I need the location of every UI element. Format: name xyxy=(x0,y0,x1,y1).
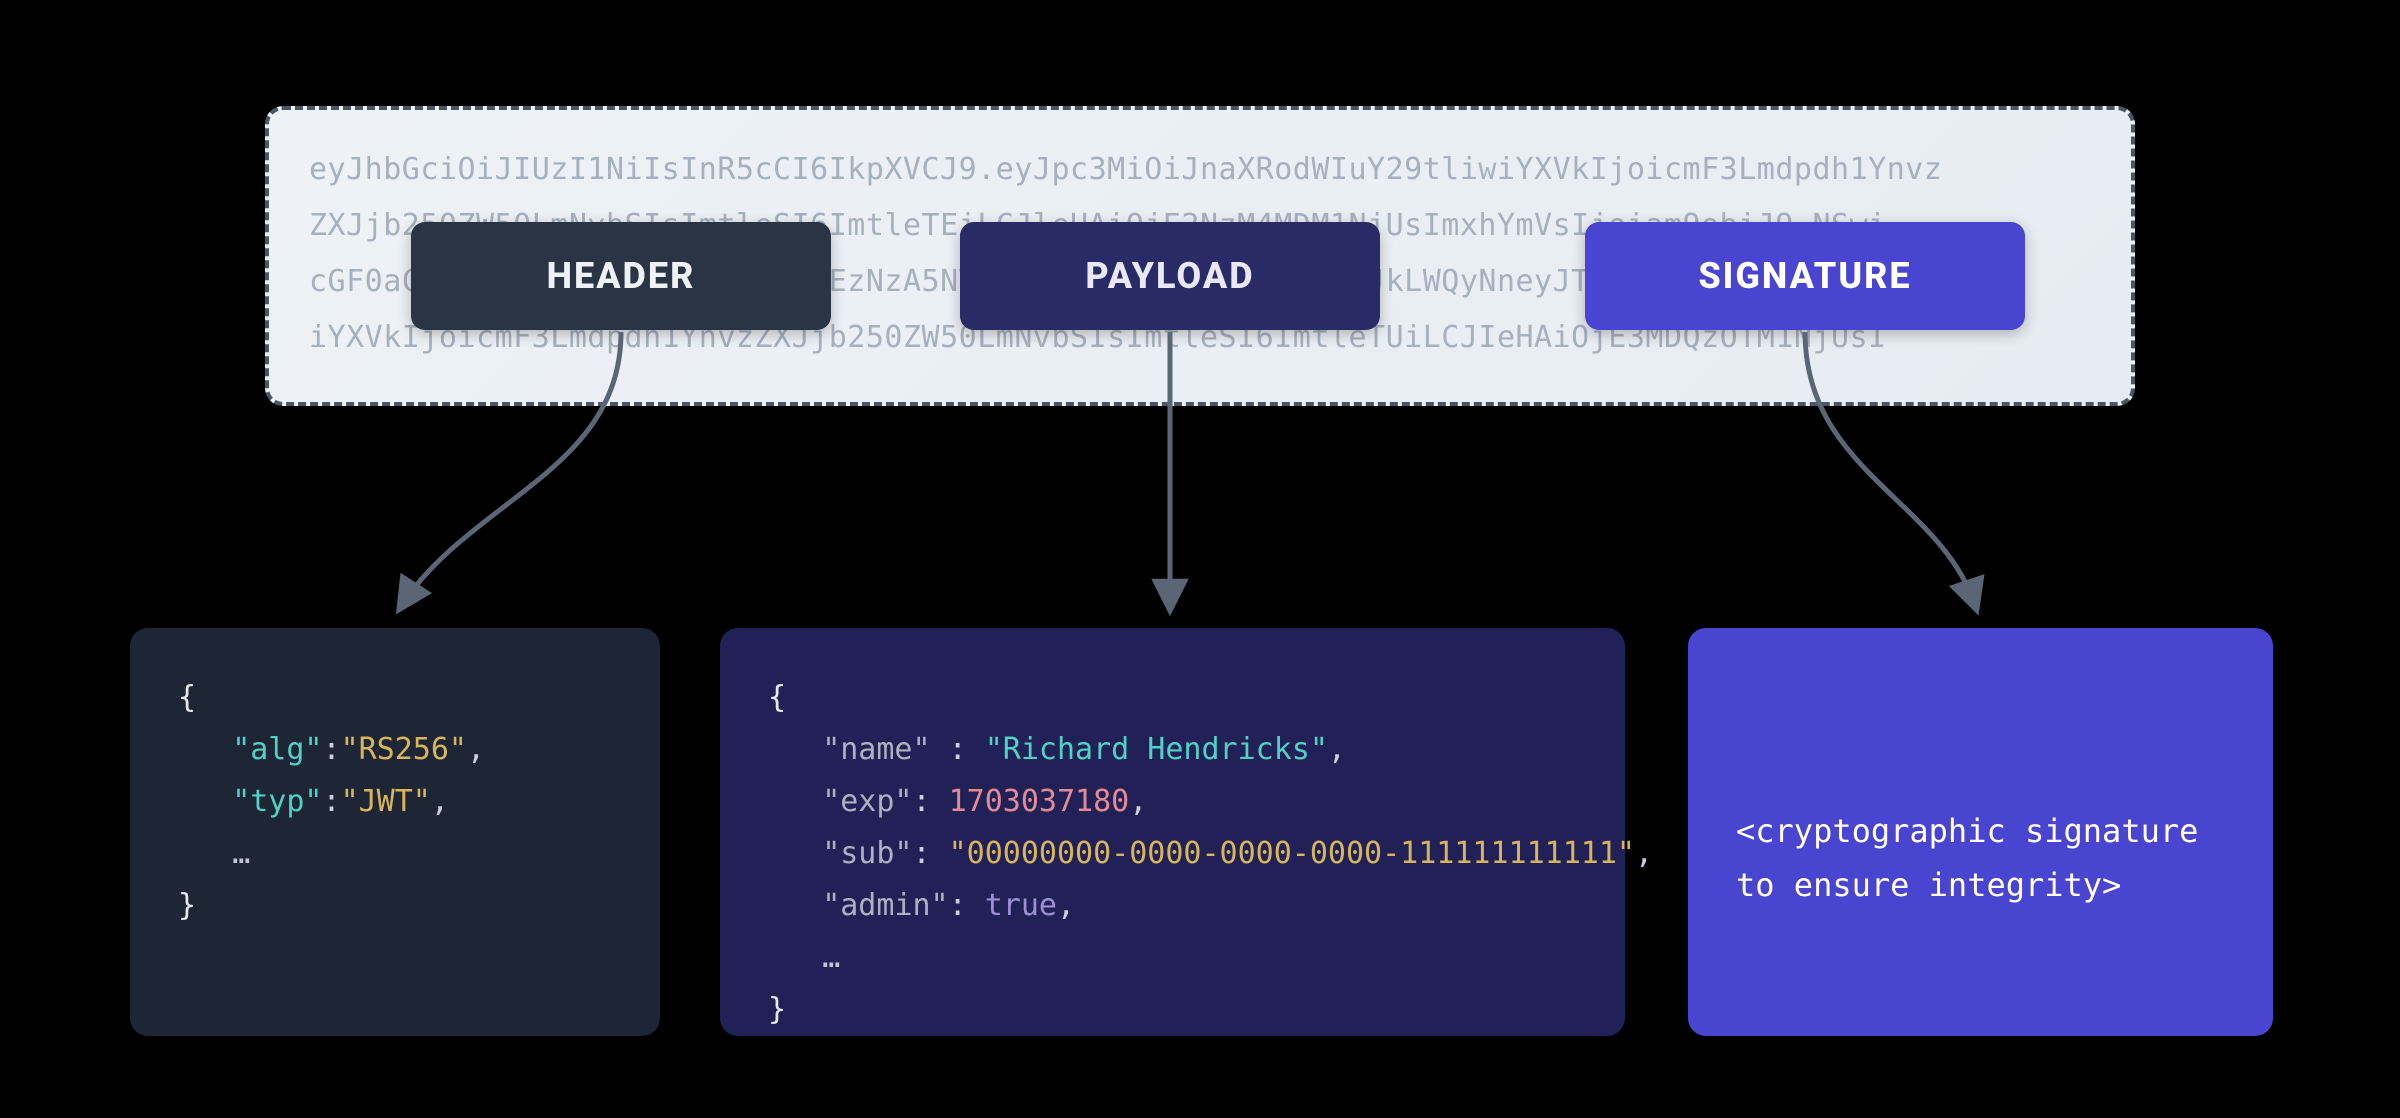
header-val-alg: "RS256" xyxy=(341,732,467,767)
signature-text: <cryptographic signature to ensure integ… xyxy=(1736,776,2225,912)
decoded-header-box: { "alg":"RS256", "typ":"JWT", … } xyxy=(130,628,660,1036)
header-key-alg: "alg" xyxy=(232,732,322,767)
header-ellipsis: … xyxy=(232,836,250,871)
token-line-1: eyJhbGciOiJIUzI1NiIsInR5cCI6IkpXVCJ9.eyJ… xyxy=(309,142,2091,198)
payload-val-name: "Richard Hendricks" xyxy=(985,732,1328,767)
payload-val-sub: "00000000-0000-0000-0000-111111111111" xyxy=(949,836,1635,871)
header-key-typ: "typ" xyxy=(232,784,322,819)
payload-val-exp: 1703037180 xyxy=(949,784,1130,819)
payload-key-admin: "admin" xyxy=(822,888,948,923)
label-header: HEADER xyxy=(411,222,831,330)
payload-key-sub: "sub" xyxy=(822,836,912,871)
decoded-payload-box: { "name" : "Richard Hendricks", "exp": 1… xyxy=(720,628,1625,1036)
label-signature: SIGNATURE xyxy=(1585,222,2025,330)
decoded-signature-box: <cryptographic signature to ensure integ… xyxy=(1688,628,2273,1036)
header-val-typ: "JWT" xyxy=(341,784,431,819)
payload-key-exp: "exp" xyxy=(822,784,912,819)
label-payload: PAYLOAD xyxy=(960,222,1380,330)
payload-val-admin: true xyxy=(985,888,1057,923)
payload-ellipsis: … xyxy=(822,940,840,975)
payload-key-name: "name" xyxy=(822,732,930,767)
